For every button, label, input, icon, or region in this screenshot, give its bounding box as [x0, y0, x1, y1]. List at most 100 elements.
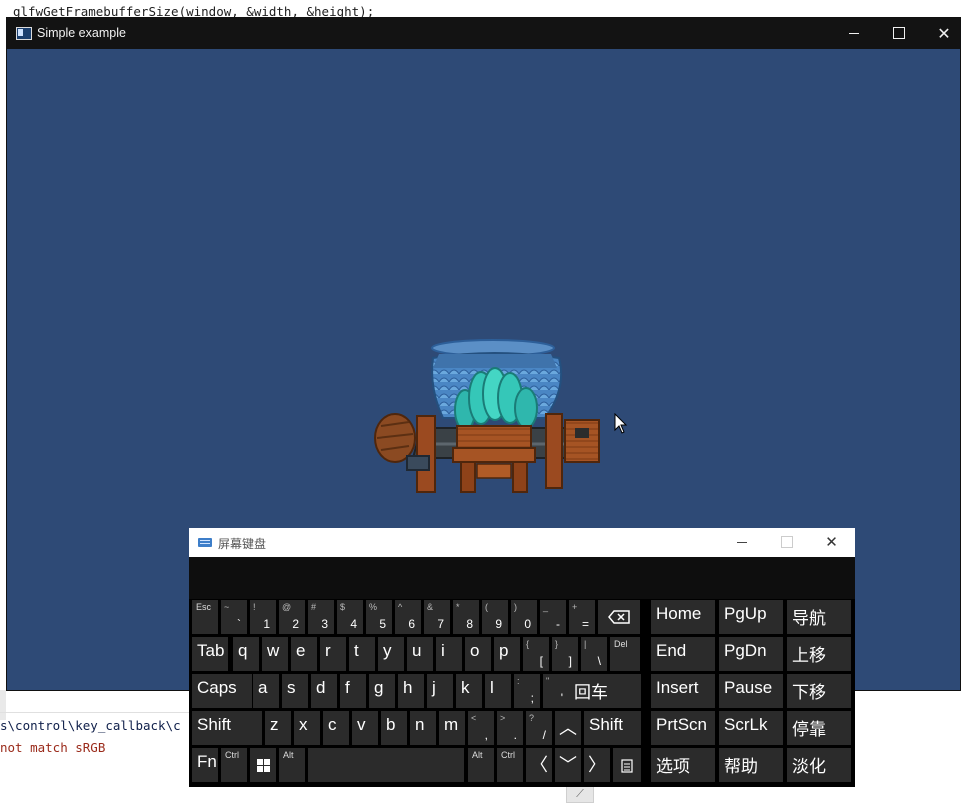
key-space[interactable] [308, 748, 464, 782]
minimize-button[interactable] [831, 18, 877, 49]
key-j[interactable]: j [427, 674, 453, 708]
key-f[interactable]: f [340, 674, 366, 708]
key-p[interactable]: p [494, 637, 520, 671]
key-n[interactable]: n [410, 711, 436, 745]
key-k5[interactable]: % 5 [366, 600, 392, 634]
key-lalt[interactable]: Alt [279, 748, 305, 782]
key-o[interactable]: o [465, 637, 491, 671]
key-comma[interactable]: <, [468, 711, 494, 745]
key-menu[interactable] [613, 748, 641, 782]
key-label: , [484, 728, 488, 742]
key-b[interactable]: b [381, 711, 407, 745]
close-button[interactable]: ✕ [921, 18, 961, 49]
key-end[interactable]: End [651, 637, 715, 671]
key-y[interactable]: y [378, 637, 404, 671]
key-shift-label: > [500, 713, 506, 723]
key-fn[interactable]: Fn [192, 748, 218, 782]
key-caps[interactable]: Caps [192, 674, 252, 708]
key-insert[interactable]: Insert [651, 674, 715, 708]
key-home[interactable]: Home [651, 600, 715, 634]
key-k[interactable]: k [456, 674, 482, 708]
key-scrlk[interactable]: ScrLk [719, 711, 783, 745]
key-fade[interactable]: 淡化 [787, 748, 851, 782]
key-rctrl[interactable]: Ctrl [497, 748, 523, 782]
key-equals[interactable]: + = [569, 600, 595, 634]
key-label: z [270, 715, 279, 734]
key-minus[interactable]: _ - [540, 600, 566, 634]
key-right[interactable]: 〉 [584, 748, 610, 782]
window-titlebar[interactable]: Simple example ✕ [7, 18, 960, 49]
key-r[interactable]: r [320, 637, 346, 671]
key-tilde[interactable]: ~ ` [221, 600, 247, 634]
key-help[interactable]: 帮助 [719, 748, 783, 782]
key-a[interactable]: a [253, 674, 279, 708]
key-k9[interactable]: (9 [482, 600, 508, 634]
key-k7[interactable]: & 7 [424, 600, 450, 634]
key-dock[interactable]: 停靠 [787, 711, 851, 745]
key-label: q [238, 641, 248, 660]
maximize-button[interactable] [876, 18, 922, 49]
key-label: \ [597, 654, 601, 668]
arrow-icon: 〈 [530, 755, 548, 775]
key-l[interactable]: l [485, 674, 511, 708]
key-prtscn[interactable]: PrtScn [651, 711, 715, 745]
key-u[interactable]: u [407, 637, 433, 671]
osk-titlebar[interactable]: 屏幕键盘 ✕ [189, 528, 855, 557]
key-z[interactable]: z [265, 711, 291, 745]
key-lshift[interactable]: Shift [192, 711, 262, 745]
key-esc[interactable]: Esc [192, 600, 218, 634]
key-k4[interactable]: $4 [337, 600, 363, 634]
key-t[interactable]: t [349, 637, 375, 671]
key-movedown[interactable]: 下移 [787, 674, 851, 708]
key-d[interactable]: d [311, 674, 337, 708]
key-semicolon[interactable]: :; [514, 674, 540, 708]
on-screen-keyboard[interactable]: 屏幕键盘 ✕ Esc ~ `! 1 @2 #3 $4% 5 ^ 6 & 7 * 8(9) 0 _ - + = Home… [189, 528, 855, 787]
key-lbracket[interactable]: {[ [523, 637, 549, 671]
key-k2[interactable]: @2 [279, 600, 305, 634]
key-win[interactable] [250, 748, 276, 782]
key-k0[interactable]: ) 0 [511, 600, 537, 634]
osk-close-button[interactable]: ✕ [809, 528, 854, 557]
key-pgup[interactable]: PgUp [719, 600, 783, 634]
key-enter[interactable]: 回车 [569, 674, 641, 708]
key-lctrl[interactable]: Ctrl [221, 748, 247, 782]
key-w[interactable]: w [262, 637, 288, 671]
key-quote[interactable]: " ' [543, 674, 569, 708]
key-rbracket[interactable]: }] [552, 637, 578, 671]
key-i[interactable]: i [436, 637, 462, 671]
key-tab[interactable]: Tab [192, 637, 228, 671]
key-pgdn[interactable]: PgDn [719, 637, 783, 671]
key-k6[interactable]: ^ 6 [395, 600, 421, 634]
key-v[interactable]: v [352, 711, 378, 745]
key-pause[interactable]: Pause [719, 674, 783, 708]
key-backslash[interactable]: | \ [581, 637, 607, 671]
key-c[interactable]: c [323, 711, 349, 745]
key-ralt[interactable]: Alt [468, 748, 494, 782]
key-k8[interactable]: * 8 [453, 600, 479, 634]
key-nav[interactable]: 导航 [787, 600, 851, 634]
key-rshift[interactable]: Shift [584, 711, 641, 745]
key-h[interactable]: h [398, 674, 424, 708]
key-x[interactable]: x [294, 711, 320, 745]
key-slash[interactable]: ? / [526, 711, 552, 745]
key-label: 停靠 [792, 720, 826, 739]
key-label: g [374, 678, 384, 697]
key-e[interactable]: e [291, 637, 317, 671]
key-options[interactable]: 选项 [651, 748, 715, 782]
key-period[interactable]: >. [497, 711, 523, 745]
key-q[interactable]: q [233, 637, 259, 671]
key-up[interactable]: ︿ [555, 711, 581, 745]
key-label: PgUp [724, 604, 767, 623]
osk-minimize-button[interactable] [719, 528, 764, 557]
key-k3[interactable]: #3 [308, 600, 334, 634]
key-moveup[interactable]: 上移 [787, 637, 851, 671]
key-down[interactable]: ﹀ [555, 748, 581, 782]
key-del[interactable]: Del [610, 637, 640, 671]
key-backspace[interactable] [598, 600, 640, 634]
key-k1[interactable]: ! 1 [250, 600, 276, 634]
key-m[interactable]: m [439, 711, 465, 745]
key-g[interactable]: g [369, 674, 395, 708]
key-left[interactable]: 〈 [526, 748, 552, 782]
pin-icon[interactable]: ⟋ [566, 786, 594, 803]
key-s[interactable]: s [282, 674, 308, 708]
